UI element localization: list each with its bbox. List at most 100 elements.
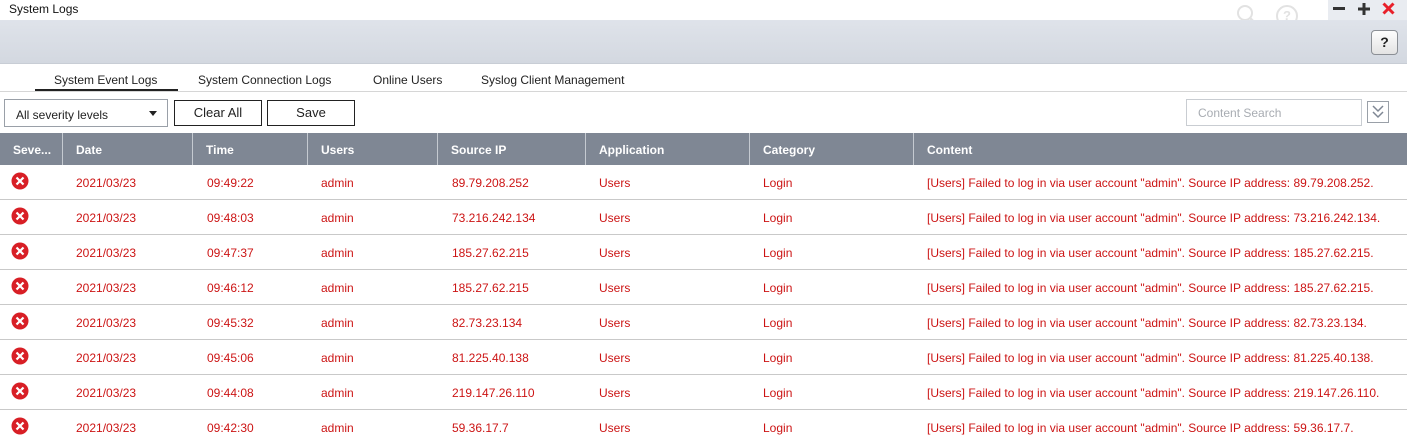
window-title: System Logs: [9, 2, 79, 16]
table-row[interactable]: 2021/03/23 09:48:03 admin 73.216.242.134 Use…: [0, 200, 1407, 235]
date-cell: 2021/03/23: [76, 176, 137, 190]
application-cell: Users: [599, 386, 631, 400]
error-icon: [11, 312, 29, 330]
date-cell: 2021/03/23: [76, 351, 137, 365]
content-cell: [Users] Failed to log in via user accoun…: [927, 421, 1354, 435]
time-cell: 09:45:32: [207, 316, 254, 330]
column-header-date[interactable]: Date: [63, 133, 193, 165]
time-cell: 09:48:03: [207, 211, 254, 225]
error-icon: [11, 382, 29, 400]
error-icon: [11, 347, 29, 365]
title-bar: System Logs ?: [0, 0, 1407, 27]
window-controls: [1328, 0, 1407, 20]
source-ip-cell: 185.27.62.215: [452, 281, 529, 295]
column-header-category[interactable]: Category: [750, 133, 914, 165]
source-ip-cell: 81.225.40.138: [452, 351, 529, 365]
time-cell: 09:44:08: [207, 386, 254, 400]
error-icon: [11, 277, 29, 295]
user-cell: admin: [321, 176, 354, 190]
source-ip-cell: 219.147.26.110: [452, 386, 535, 400]
user-cell: admin: [321, 211, 354, 225]
content-cell: [Users] Failed to log in via user accoun…: [927, 386, 1380, 400]
date-cell: 2021/03/23: [76, 211, 137, 225]
application-cell: Users: [599, 421, 631, 435]
application-cell: Users: [599, 246, 631, 260]
category-cell: Login: [763, 386, 793, 400]
save-button[interactable]: Save: [267, 100, 355, 126]
minimize-icon[interactable]: [1328, 0, 1350, 18]
table-row[interactable]: 2021/03/23 09:42:30 admin 59.36.17.7 Users Lo…: [0, 410, 1407, 444]
category-cell: Login: [763, 351, 793, 365]
toolbar: ?: [0, 20, 1407, 64]
category-cell: Login: [763, 281, 793, 295]
category-cell: Login: [763, 211, 793, 225]
user-cell: admin: [321, 281, 354, 295]
user-cell: admin: [321, 316, 354, 330]
user-cell: admin: [321, 421, 354, 435]
time-cell: 09:47:37: [207, 246, 254, 260]
column-header-source-ip[interactable]: Source IP: [438, 133, 586, 165]
time-cell: 09:45:06: [207, 351, 254, 365]
source-ip-cell: 82.73.23.134: [452, 316, 523, 330]
category-cell: Login: [763, 316, 793, 330]
tab-system-connection-logs[interactable]: System Connection Logs: [198, 73, 331, 87]
time-cell: 09:49:22: [207, 176, 254, 190]
date-cell: 2021/03/23: [76, 281, 137, 295]
source-ip-cell: 73.216.242.134: [452, 211, 536, 225]
content-cell: [Users] Failed to log in via user accoun…: [927, 351, 1374, 365]
clear-all-button[interactable]: Clear All: [174, 100, 262, 126]
time-cell: 09:42:30: [207, 421, 254, 435]
content-cell: [Users] Failed to log in via user accoun…: [927, 246, 1374, 260]
help-button[interactable]: ?: [1371, 30, 1398, 55]
maximize-icon[interactable]: [1353, 0, 1375, 18]
error-icon: [11, 242, 29, 260]
category-cell: Login: [763, 246, 793, 260]
date-cell: 2021/03/23: [76, 386, 137, 400]
application-cell: Users: [599, 176, 631, 190]
system-logs-window: System Logs ? ? System Event Logs System…: [0, 0, 1407, 444]
table-row[interactable]: 2021/03/23 09:49:22 admin 89.79.208.252 User…: [0, 165, 1407, 200]
column-header-severity[interactable]: Seve...: [0, 133, 63, 165]
table-header: Seve... Date Time Users Source IP Applic…: [0, 133, 1407, 165]
expand-options-icon[interactable]: [1367, 101, 1389, 123]
table-row[interactable]: 2021/03/23 09:47:37 admin 185.27.62.215 User…: [0, 235, 1407, 270]
user-cell: admin: [321, 351, 354, 365]
tab-syslog-client-management[interactable]: Syslog Client Management: [481, 73, 624, 87]
time-cell: 09:46:12: [207, 281, 254, 295]
error-icon: [11, 417, 29, 435]
user-cell: admin: [321, 386, 354, 400]
application-cell: Users: [599, 351, 631, 365]
date-cell: 2021/03/23: [76, 246, 137, 260]
severity-level-value: All severity levels: [16, 108, 109, 122]
content-search-input[interactable]: [1186, 99, 1362, 126]
application-cell: Users: [599, 281, 631, 295]
column-header-users[interactable]: Users: [308, 133, 438, 165]
active-tab-indicator: [35, 89, 178, 91]
content-cell: [Users] Failed to log in via user accoun…: [927, 281, 1374, 295]
content-cell: [Users] Failed to log in via user accoun…: [927, 176, 1374, 190]
tab-system-event-logs[interactable]: System Event Logs: [54, 73, 157, 87]
severity-level-dropdown[interactable]: All severity levels: [4, 99, 168, 127]
source-ip-cell: 185.27.62.215: [452, 246, 529, 260]
date-cell: 2021/03/23: [76, 421, 137, 435]
close-icon[interactable]: [1378, 0, 1400, 18]
filter-bar: All severity levels Clear All Save: [0, 93, 1407, 133]
table-row[interactable]: 2021/03/23 09:45:06 admin 81.225.40.138 User…: [0, 340, 1407, 375]
date-cell: 2021/03/23: [76, 316, 137, 330]
tab-bar: System Event Logs System Connection Logs…: [0, 65, 1407, 92]
tab-online-users[interactable]: Online Users: [373, 73, 442, 87]
table-row[interactable]: 2021/03/23 09:46:12 admin 185.27.62.215 User…: [0, 270, 1407, 305]
application-cell: Users: [599, 316, 631, 330]
table-row[interactable]: 2021/03/23 09:45:32 admin 82.73.23.134 Users…: [0, 305, 1407, 340]
content-cell: [Users] Failed to log in via user accoun…: [927, 211, 1381, 225]
column-header-time[interactable]: Time: [193, 133, 308, 165]
column-header-application[interactable]: Application: [586, 133, 750, 165]
category-cell: Login: [763, 421, 793, 435]
source-ip-cell: 89.79.208.252: [452, 176, 529, 190]
user-cell: admin: [321, 246, 354, 260]
application-cell: Users: [599, 211, 631, 225]
category-cell: Login: [763, 176, 793, 190]
table-row[interactable]: 2021/03/23 09:44:08 admin 219.147.26.110 Use…: [0, 375, 1407, 410]
column-header-content[interactable]: Content: [914, 133, 1407, 165]
error-icon: [11, 172, 29, 190]
